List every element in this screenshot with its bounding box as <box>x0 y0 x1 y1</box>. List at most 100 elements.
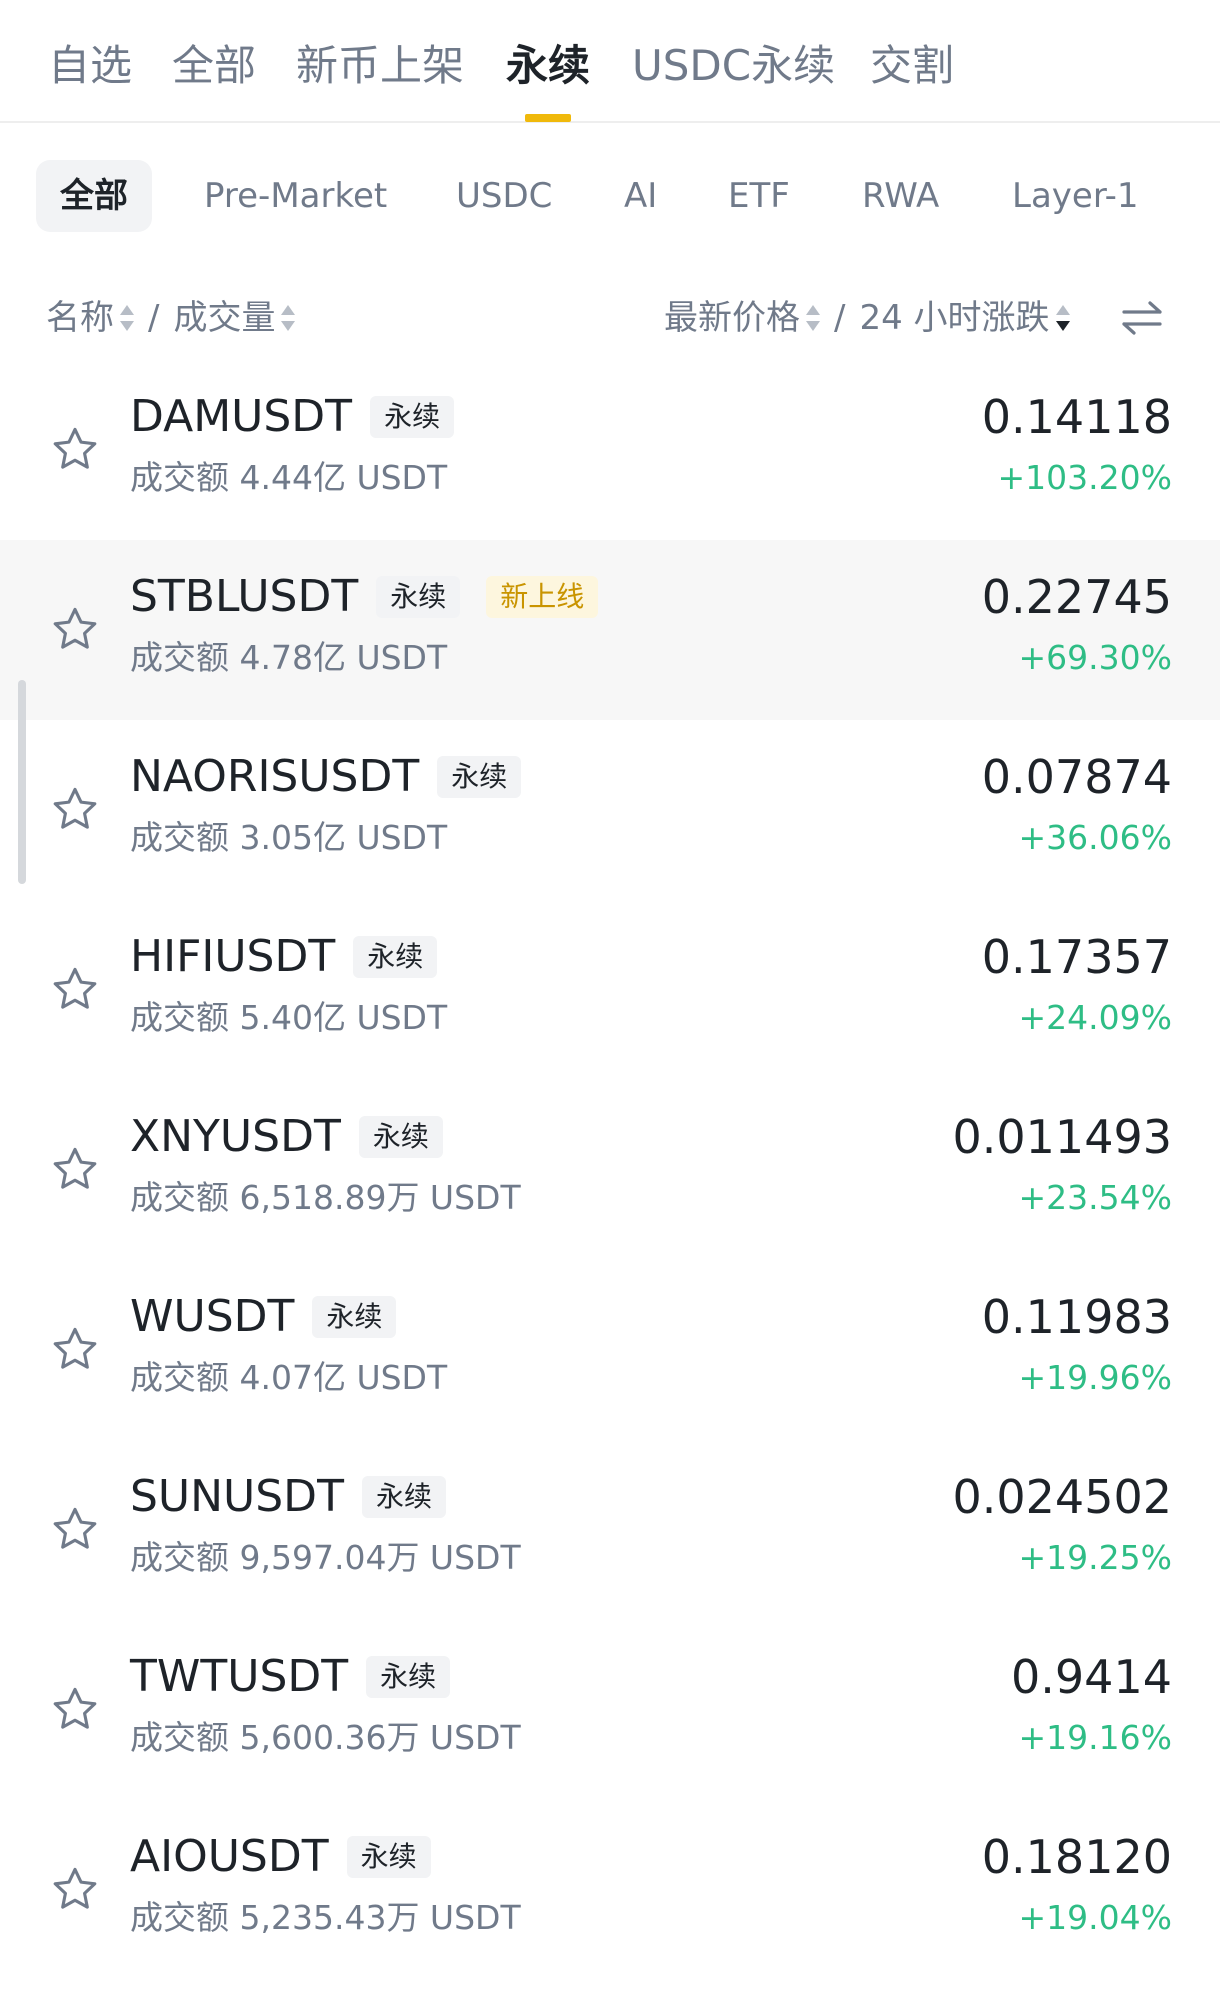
table-row[interactable]: NAORISUSDT 永续 成交额 3.05亿 USDT 0.07874 +36… <box>0 720 1220 900</box>
star-icon[interactable] <box>50 1864 100 1914</box>
perpetual-tag: 永续 <box>366 1656 451 1698</box>
table-row[interactable]: STBLUSDT 永续 新上线 成交额 4.78亿 USDT 0.22745 +… <box>0 540 1220 720</box>
row-price: 0.07874 <box>981 750 1172 804</box>
row-symbol-wrap: DAMUSDT 永续 <box>130 390 455 444</box>
table-row[interactable]: SUNUSDT 永续 成交额 9,597.04万 USDT 0.024502 +… <box>0 1440 1220 1620</box>
sort-by-price[interactable]: 最新价格 <box>664 296 800 340</box>
table-row[interactable]: WUSDT 永续 成交额 4.07亿 USDT 0.11983 +19.96% <box>0 1260 1220 1440</box>
tab-perpetual[interactable]: 永续 <box>506 40 590 92</box>
swap-columns-icon[interactable] <box>1118 298 1166 338</box>
header-separator: / <box>148 298 160 338</box>
sort-change-icon[interactable] <box>1055 303 1070 333</box>
row-price: 0.9414 <box>1011 1650 1172 1704</box>
row-volume: 成交额 6,518.89万 USDT <box>130 1178 521 1217</box>
row-symbol: TWTUSDT <box>130 1651 349 1702</box>
perpetual-tag: 永续 <box>437 756 522 798</box>
market-top-tabs: 自选 全部 新币上架 永续 USDC永续 交割 <box>0 0 1220 123</box>
chip-all[interactable]: 全部 <box>36 160 152 232</box>
row-symbol-wrap: HIFIUSDT 永续 <box>130 930 438 984</box>
table-row[interactable]: TWTUSDT 永续 成交额 5,600.36万 USDT 0.9414 +19… <box>0 1620 1220 1800</box>
chip-pre-market[interactable]: Pre-Market <box>204 160 387 232</box>
sort-by-change[interactable]: 24 小时涨跌 <box>859 296 1049 340</box>
row-volume: 成交额 5.40亿 USDT <box>130 998 448 1037</box>
star-icon[interactable] <box>50 964 100 1014</box>
header-right: 最新价格 / 24 小时涨跌 <box>664 296 1070 340</box>
row-symbol: STBLUSDT <box>130 571 359 622</box>
row-symbol-wrap: TWTUSDT 永续 <box>130 1650 451 1704</box>
perpetual-tag: 永续 <box>370 396 455 438</box>
row-change: +36.06% <box>1018 818 1172 857</box>
row-price: 0.22745 <box>981 570 1172 624</box>
row-symbol: WUSDT <box>130 1291 295 1342</box>
row-symbol: NAORISUSDT <box>130 751 420 802</box>
row-symbol: AIOUSDT <box>130 1831 329 1882</box>
header-separator: / <box>834 298 846 338</box>
row-change: +24.09% <box>1018 998 1172 1037</box>
table-row[interactable]: XNYUSDT 永续 成交额 6,518.89万 USDT 0.011493 +… <box>0 1080 1220 1260</box>
perpetual-tag: 永续 <box>376 576 461 618</box>
header-left: 名称 / 成交量 <box>46 296 296 340</box>
chip-rwa[interactable]: RWA <box>862 160 939 232</box>
star-icon[interactable] <box>50 424 100 474</box>
perpetual-tag: 永续 <box>312 1296 397 1338</box>
perpetual-tag: 永续 <box>361 1476 446 1518</box>
star-icon[interactable] <box>50 784 100 834</box>
row-change: +69.30% <box>1018 638 1172 677</box>
tab-all[interactable]: 全部 <box>172 40 256 92</box>
row-change: +103.20% <box>997 458 1172 497</box>
row-symbol-wrap: STBLUSDT 永续 新上线 <box>130 570 599 624</box>
row-volume: 成交额 4.07亿 USDT <box>130 1358 448 1397</box>
row-symbol: HIFIUSDT <box>130 931 336 982</box>
table-row[interactable]: DAMUSDT 永续 成交额 4.44亿 USDT 0.14118 +103.2… <box>0 360 1220 540</box>
sort-name-icon[interactable] <box>120 303 134 333</box>
row-price: 0.11983 <box>981 1290 1172 1344</box>
star-icon[interactable] <box>50 1324 100 1374</box>
active-tab-indicator <box>525 114 571 122</box>
perpetual-tag: 永续 <box>353 936 438 978</box>
row-change: +19.16% <box>1018 1718 1172 1757</box>
row-change: +23.54% <box>1018 1178 1172 1217</box>
row-symbol-wrap: AIOUSDT 永续 <box>130 1830 431 1884</box>
row-volume: 成交额 4.78亿 USDT <box>130 638 448 677</box>
sort-volume-icon[interactable] <box>281 303 296 333</box>
row-change: +19.25% <box>1018 1538 1172 1577</box>
row-symbol-wrap: XNYUSDT 永续 <box>130 1110 443 1164</box>
table-row[interactable]: AIOUSDT 永续 成交额 5,235.43万 USDT 0.18120 +1… <box>0 1800 1220 1980</box>
row-volume: 成交额 5,600.36万 USDT <box>130 1718 521 1757</box>
row-change: +19.96% <box>1018 1358 1172 1397</box>
row-price: 0.011493 <box>952 1110 1173 1164</box>
star-icon[interactable] <box>50 604 100 654</box>
perpetual-tag: 永续 <box>346 1836 431 1878</box>
tab-delivery[interactable]: 交割 <box>870 40 954 92</box>
tab-usdc-perpetual[interactable]: USDC永续 <box>632 40 835 92</box>
row-price: 0.18120 <box>981 1830 1172 1884</box>
tab-new-listings[interactable]: 新币上架 <box>296 40 464 92</box>
table-row[interactable]: HIFIUSDT 永续 成交额 5.40亿 USDT 0.17357 +24.0… <box>0 900 1220 1080</box>
row-symbol: DAMUSDT <box>130 391 353 442</box>
chip-ai[interactable]: AI <box>624 160 657 232</box>
row-price: 0.14118 <box>981 390 1172 444</box>
row-price: 0.024502 <box>952 1470 1173 1524</box>
row-symbol-wrap: NAORISUSDT 永续 <box>130 750 522 804</box>
row-symbol-wrap: WUSDT 永续 <box>130 1290 397 1344</box>
row-volume: 成交额 9,597.04万 USDT <box>130 1538 521 1577</box>
row-volume: 成交额 4.44亿 USDT <box>130 458 448 497</box>
row-change: +19.04% <box>1018 1898 1172 1937</box>
row-symbol-wrap: SUNUSDT 永续 <box>130 1470 446 1524</box>
perpetual-tag: 永续 <box>358 1116 443 1158</box>
row-volume: 成交额 5,235.43万 USDT <box>130 1898 521 1937</box>
row-volume: 成交额 3.05亿 USDT <box>130 818 448 857</box>
chip-layer-1[interactable]: Layer-1 <box>1012 160 1139 232</box>
chip-usdc[interactable]: USDC <box>456 160 552 232</box>
row-symbol: SUNUSDT <box>130 1471 344 1522</box>
sort-by-name[interactable]: 名称 <box>46 296 114 340</box>
sort-price-icon[interactable] <box>806 303 820 333</box>
star-icon[interactable] <box>50 1504 100 1554</box>
tab-favorites[interactable]: 自选 <box>48 40 132 92</box>
chip-etf[interactable]: ETF <box>728 160 790 232</box>
row-price: 0.17357 <box>981 930 1172 984</box>
sort-by-volume[interactable]: 成交量 <box>173 296 275 340</box>
star-icon[interactable] <box>50 1144 100 1194</box>
star-icon[interactable] <box>50 1684 100 1734</box>
scrollbar-thumb[interactable] <box>18 680 26 884</box>
